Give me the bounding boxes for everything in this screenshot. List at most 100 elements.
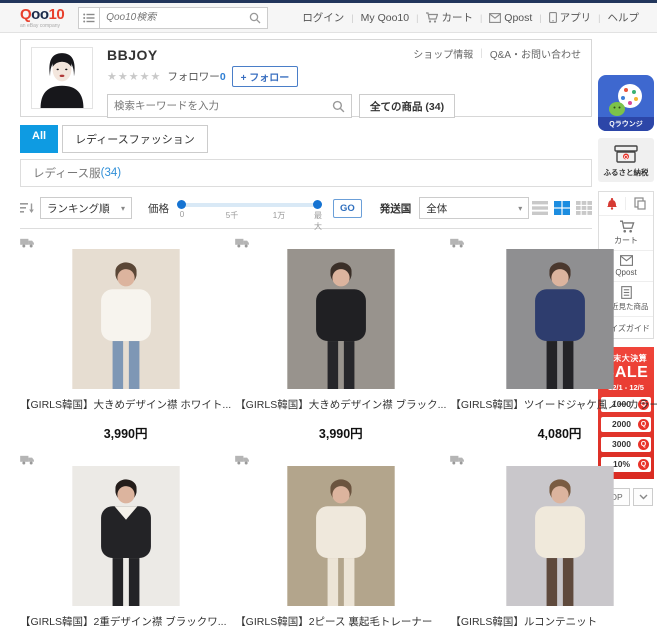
shipping-truck-icon xyxy=(450,235,657,247)
product-title[interactable]: 【GIRLS韓国】大きめデザイン襟 ホワイト... xyxy=(20,397,231,412)
mobile-phone-icon xyxy=(549,12,557,23)
category-row[interactable]: レディース服(34) xyxy=(20,159,592,187)
product-image[interactable] xyxy=(285,466,397,606)
shop-info-link[interactable]: ショップ情報 xyxy=(413,46,473,61)
big-grid-view-icon[interactable] xyxy=(554,201,570,215)
product-card[interactable]: 【GIRLS韓国】ルコンテニット 5,210円 xyxy=(450,452,657,631)
link-divider: | xyxy=(480,48,483,59)
shop-avatar[interactable] xyxy=(31,47,93,109)
sort-icon xyxy=(20,202,35,215)
product-price: 4,080円 xyxy=(450,423,657,442)
product-title[interactable]: 【GIRLS韓国】2重デザイン襟 ブラックワ... xyxy=(20,614,231,629)
link-divider: | xyxy=(416,13,418,23)
product-card[interactable]: 【GIRLS韓国】2ピース 裏起毛トレーナー 5,160円 xyxy=(235,452,446,631)
link-divider: | xyxy=(598,13,600,23)
logo-q: Q xyxy=(20,6,31,23)
product-price: 3,990円 xyxy=(20,423,231,442)
help-label: ヘルプ xyxy=(608,10,640,25)
search-icon[interactable] xyxy=(332,100,345,113)
chevron-down-icon: ▾ xyxy=(518,204,522,213)
product-image[interactable] xyxy=(504,249,616,389)
small-grid-view-icon[interactable] xyxy=(576,201,592,215)
login-link[interactable]: ログイン xyxy=(302,10,344,25)
rating-stars: ★★★★★ xyxy=(107,70,161,83)
product-title[interactable]: 【GIRLS韓国】大きめデザイン襟 ブラック... xyxy=(235,397,446,412)
tab-all[interactable]: All xyxy=(20,125,58,153)
furusato-box-icon: Q xyxy=(613,143,639,165)
product-title[interactable]: 【GIRLS韓国】ルコンテニット xyxy=(450,614,657,629)
global-search-input[interactable] xyxy=(106,12,249,23)
product-title[interactable]: 【GIRLS韓国】ツイードジャケ風ノーカラー... xyxy=(450,397,657,412)
global-header: Qoo10 an eBay company ログイン | My Qoo10 | … xyxy=(0,3,657,33)
cart-label: カート xyxy=(441,10,473,25)
category-count: (34) xyxy=(101,167,121,179)
shop-search-box xyxy=(107,94,352,118)
product-image[interactable] xyxy=(504,466,616,606)
product-image[interactable] xyxy=(285,249,397,389)
envelope-icon xyxy=(489,13,501,23)
qoo10-logo[interactable]: Qoo10 an eBay company xyxy=(20,7,64,29)
help-link[interactable]: ヘルプ xyxy=(608,10,640,25)
bell-icon xyxy=(606,197,618,210)
all-items-button[interactable]: 全ての商品 (34) xyxy=(359,94,455,118)
myqoo10-label: My Qoo10 xyxy=(361,12,409,24)
category-label: レディース服 xyxy=(33,165,101,181)
link-divider: | xyxy=(351,13,353,23)
qlounge-label: Qラウンジ xyxy=(598,117,654,131)
sort-dropdown[interactable]: ランキング順 ▾ xyxy=(40,197,132,219)
product-title[interactable]: 【GIRLS韓国】2ピース 裏起毛トレーナー xyxy=(235,614,446,629)
category-menu-button[interactable] xyxy=(78,7,100,29)
shipping-truck-icon xyxy=(20,235,231,247)
tab-ladies-fashion[interactable]: レディースファッション xyxy=(62,125,208,153)
notification-bell-button[interactable] xyxy=(599,197,626,210)
slider-handle-max[interactable] xyxy=(313,200,322,209)
login-label: ログイン xyxy=(302,10,344,25)
slider-tick: 0 xyxy=(180,210,184,219)
ship-from-dropdown[interactable]: 全体 ▾ xyxy=(419,197,529,219)
slider-track[interactable] xyxy=(181,203,321,207)
shop-qna-link[interactable]: Q&A・お問い合わせ xyxy=(490,46,581,61)
shipping-truck-icon xyxy=(20,452,231,464)
product-price: 3,990円 xyxy=(235,423,446,442)
price-range-slider: 0 5千 1万 最大 xyxy=(177,197,325,219)
price-go-button[interactable]: GO xyxy=(333,199,362,218)
link-divider: | xyxy=(480,13,482,23)
ship-from-value: 全体 xyxy=(426,201,447,216)
search-icon[interactable] xyxy=(249,12,261,24)
slider-tick: 最大 xyxy=(314,210,322,232)
clipboard-button[interactable] xyxy=(626,197,653,210)
product-card[interactable]: 【GIRLS韓国】大きめデザイン襟 ブラック... 3,990円 xyxy=(235,235,446,442)
product-image[interactable] xyxy=(70,249,182,389)
category-tabs: All レディースファッション xyxy=(20,125,592,153)
cart-link[interactable]: カート xyxy=(425,10,473,25)
header-links: ログイン | My Qoo10 | カート | Qpost | アプリ | ヘル… xyxy=(302,10,639,25)
logo-oo: oo xyxy=(31,6,48,23)
slider-tick: 1万 xyxy=(273,210,285,221)
list-view-icon[interactable] xyxy=(532,201,548,215)
listing-toolbar: ランキング順 ▾ 価格 0 5千 1万 最大 GO 発送国 全体 ▾ xyxy=(20,197,592,229)
shipping-truck-icon xyxy=(235,235,446,247)
myqoo10-link[interactable]: My Qoo10 xyxy=(361,12,409,24)
furusato-label: ふるさと納税 xyxy=(604,167,649,178)
product-card[interactable]: 【GIRLS韓国】2重デザイン襟 ブラックワ... 4,970円 xyxy=(20,452,231,631)
follower-label: フォロワー xyxy=(167,71,220,83)
follow-button[interactable]: + フォロー xyxy=(232,66,299,87)
shop-search-input[interactable] xyxy=(114,100,332,112)
furusato-banner[interactable]: Q ふるさと納税 xyxy=(598,138,654,182)
logo-subtitle: an eBay company xyxy=(20,24,64,29)
slider-handle-min[interactable] xyxy=(177,200,186,209)
cart-icon xyxy=(425,12,438,23)
qlounge-banner[interactable]: Qラウンジ xyxy=(598,75,654,131)
qpost-link[interactable]: Qpost xyxy=(489,12,532,24)
shop-avatar-illustration xyxy=(32,48,92,108)
product-card[interactable]: 【GIRLS韓国】大きめデザイン襟 ホワイト... 3,990円 xyxy=(20,235,231,442)
product-image[interactable] xyxy=(70,466,182,606)
shop-page-main: BBJOY ★★★★★ フォロワー0 + フォロー 全ての商品 (34) ショッ… xyxy=(20,33,592,631)
link-divider: | xyxy=(539,13,541,23)
product-card[interactable]: 【GIRLS韓国】ツイードジャケ風ノーカラー... 4,080円 xyxy=(450,235,657,442)
clipboard-icon xyxy=(634,197,646,210)
app-link[interactable]: アプリ xyxy=(549,10,592,25)
ship-from-label: 発送国 xyxy=(380,201,412,216)
view-switcher xyxy=(532,201,592,215)
shipping-truck-icon xyxy=(450,452,657,464)
